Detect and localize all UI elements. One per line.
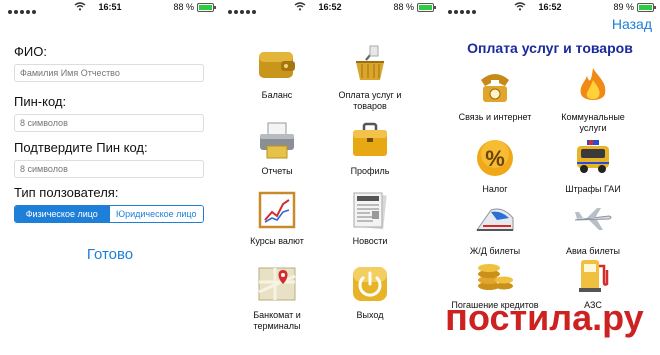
payment-item-label: Связь и интернет <box>458 112 532 122</box>
menu-item-payments[interactable]: Оплата услуг и товаров <box>325 42 415 112</box>
battery-percent: 89 % <box>613 2 634 12</box>
battery-percent: 88 % <box>393 2 414 12</box>
payment-item-rail-tickets[interactable]: Ж/Д билеты <box>450 198 540 257</box>
menu-item-balance[interactable]: Баланс <box>232 42 322 101</box>
payment-item-label: Коммунальные услуги <box>561 112 625 133</box>
payment-item-tax[interactable]: % Налог <box>450 136 540 195</box>
menu-item-label: Курсы валют <box>250 236 304 246</box>
menu-item-label: Выход <box>356 310 384 320</box>
user-type-label: Тип ползователя: <box>14 185 119 200</box>
flame-icon <box>571 64 615 108</box>
fio-input[interactable] <box>14 64 204 82</box>
menu-item-label: Профиль <box>350 166 390 176</box>
segment-legal-entity[interactable]: Юридическое лицо <box>108 206 203 222</box>
registration-screen: 16:51 88 % ФИО: Пин-код: Подтвердите Пин… <box>0 0 220 355</box>
pin-input[interactable] <box>14 114 204 132</box>
watermark-glyph-icon: п <box>445 297 468 339</box>
watermark-logo: п остила.ру <box>445 297 644 339</box>
payment-item-label: Налог <box>482 184 508 194</box>
pin-label: Пин-код: <box>14 94 67 109</box>
battery-icon <box>637 3 656 12</box>
status-bar: 16:52 88 % <box>220 2 440 14</box>
svg-text:%: % <box>485 146 505 171</box>
chart-icon <box>255 188 299 232</box>
payment-item-traffic-fines[interactable]: Штрафы ГАИ <box>548 136 638 195</box>
user-type-segmented-control: Физическое лицо Юридическое лицо <box>14 205 204 223</box>
battery-percent: 88 % <box>173 2 194 12</box>
battery-icon <box>417 3 436 12</box>
battery-icon <box>197 3 216 12</box>
briefcase-icon <box>348 118 392 162</box>
confirm-pin-label: Подтвердите Пин код: <box>14 140 148 155</box>
page-title: Оплата услуг и товаров <box>467 40 633 56</box>
police-car-icon <box>571 136 615 180</box>
confirm-pin-input[interactable] <box>14 160 204 178</box>
map-icon <box>255 262 299 306</box>
menu-item-atm-terminals[interactable]: Банкомат и терминалы <box>232 262 322 332</box>
train-icon <box>473 198 517 242</box>
watermark-text: остила.ру <box>467 297 644 338</box>
shopping-basket-icon <box>348 42 392 86</box>
menu-item-reports[interactable]: Отчеты <box>232 118 322 177</box>
printer-icon <box>255 118 299 162</box>
payment-item-telecom[interactable]: Связь и интернет <box>450 64 540 123</box>
phone-icon <box>473 64 517 108</box>
percent-icon: % <box>473 136 517 180</box>
wallet-icon <box>255 42 299 86</box>
menu-item-exchange-rates[interactable]: Курсы валют <box>232 188 322 247</box>
coins-icon <box>473 252 517 296</box>
menu-item-label: Новости <box>352 236 388 246</box>
fuel-pump-icon <box>571 252 615 296</box>
status-bar: 16:51 88 % <box>0 2 220 14</box>
newspaper-icon <box>348 188 392 232</box>
menu-item-label: Оплата услуг и товаров <box>338 90 402 111</box>
back-button[interactable]: Назад <box>612 16 652 32</box>
payment-item-label: Штрафы ГАИ <box>565 184 621 194</box>
payment-item-utilities[interactable]: Коммунальные услуги <box>548 64 638 134</box>
menu-item-label: Банкомат и терминалы <box>253 310 301 331</box>
done-button[interactable]: Готово <box>0 246 220 263</box>
status-bar: 16:52 89 % <box>440 2 660 14</box>
power-icon <box>348 262 392 306</box>
main-menu-screen: 16:52 88 % Баланс Оплата услуг и товаров… <box>220 0 440 355</box>
menu-item-logout[interactable]: Выход <box>325 262 415 321</box>
fio-label: ФИО: <box>14 44 47 59</box>
segment-individual[interactable]: Физическое лицо <box>15 206 109 222</box>
airplane-icon <box>571 198 615 242</box>
menu-item-profile[interactable]: Профиль <box>325 118 415 177</box>
menu-item-news[interactable]: Новости <box>325 188 415 247</box>
menu-item-label: Баланс <box>261 90 293 100</box>
payment-item-air-tickets[interactable]: Авиа билеты <box>548 198 638 257</box>
menu-item-label: Отчеты <box>261 166 293 176</box>
